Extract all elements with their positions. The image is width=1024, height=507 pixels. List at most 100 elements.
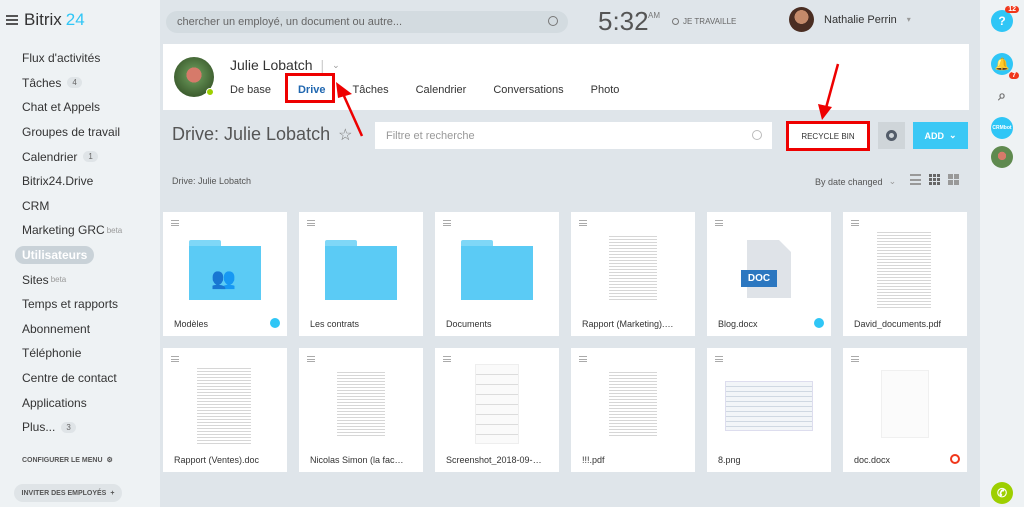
file-card[interactable]: Nicolas Simon (la facture...: [299, 348, 423, 472]
file-card[interactable]: DOC Blog.docx: [707, 212, 831, 336]
sidebar-item[interactable]: Abonnement: [14, 317, 154, 342]
bell-icon[interactable]: 🔔 7: [991, 53, 1019, 79]
user-menu[interactable]: Nathalie Perrin ▾: [789, 7, 911, 32]
drag-handle-icon[interactable]: [307, 220, 315, 226]
file-card[interactable]: David_documents.pdf: [843, 212, 967, 336]
invite-employees-button[interactable]: INVITER DES EMPLOYÉS +: [14, 484, 122, 502]
global-search-placeholder: chercher un employé, un document ou autr…: [177, 16, 403, 28]
global-search-input[interactable]: chercher un employé, un document ou autr…: [166, 11, 568, 33]
logo[interactable]: Bitrix 24: [6, 10, 85, 30]
add-button[interactable]: ADD ⌄: [913, 122, 968, 149]
contact-avatar[interactable]: [991, 146, 1013, 168]
recycle-bin-button[interactable]: RECYCLE BIN: [789, 124, 867, 148]
list-view-icon[interactable]: [910, 174, 921, 185]
sidebar-item[interactable]: Tâches 4: [14, 71, 154, 96]
configure-menu-button[interactable]: CONFIGURER LE MENU ⚙: [22, 456, 113, 465]
tab-0[interactable]: De base: [230, 80, 271, 100]
notification-badge: 7: [1009, 72, 1019, 79]
file-name[interactable]: Modèles: [174, 319, 270, 329]
large-tiles-view-icon[interactable]: [948, 174, 959, 185]
sidebar-item[interactable]: Marketing GRC beta: [14, 218, 154, 243]
drive-title: Drive: Julie Lobatch: [172, 124, 331, 144]
drag-handle-icon[interactable]: [715, 356, 723, 362]
drag-handle-icon[interactable]: [171, 220, 179, 226]
tab-2[interactable]: Tâches: [353, 80, 389, 100]
settings-button[interactable]: [878, 122, 905, 149]
add-label: ADD: [924, 130, 944, 141]
folder-icon: [325, 240, 397, 300]
file-thumbnail: [609, 370, 657, 438]
sidebar-item[interactable]: Plus... 3: [14, 415, 154, 440]
search-icon[interactable]: ⌕: [991, 84, 1013, 106]
file-name[interactable]: Blog.docx: [718, 319, 814, 329]
star-icon[interactable]: ☆: [338, 125, 352, 145]
drag-handle-icon[interactable]: [579, 356, 587, 362]
sidebar-item[interactable]: Sites beta: [14, 267, 154, 292]
drag-handle-icon[interactable]: [851, 220, 859, 226]
record-icon: [672, 18, 679, 25]
sidebar-item[interactable]: Flux d'activités: [14, 46, 154, 71]
sidebar-item[interactable]: CRM: [14, 194, 154, 219]
file-name[interactable]: Nicolas Simon (la facture...: [310, 455, 406, 465]
drag-handle-icon[interactable]: [171, 356, 179, 362]
sidebar-item[interactable]: Groupes de travail: [14, 120, 154, 145]
file-card[interactable]: Rapport (Marketing).doc: [571, 212, 695, 336]
sidebar-item[interactable]: Chat et Appels: [14, 95, 154, 120]
logo-text: Bitrix: [24, 10, 62, 29]
drag-handle-icon[interactable]: [851, 356, 859, 362]
sidebar-item[interactable]: Utilisateurs: [14, 243, 154, 268]
shared-icon: [814, 318, 824, 328]
online-status-icon: [206, 88, 214, 96]
file-name[interactable]: Rapport (Marketing).doc: [582, 319, 678, 329]
phone-icon[interactable]: ✆: [991, 482, 1013, 504]
crm-bot-icon[interactable]: CRMbot: [991, 117, 1013, 139]
file-card[interactable]: doc.docx: [843, 348, 967, 472]
file-card[interactable]: Documents: [435, 212, 559, 336]
tab-3[interactable]: Calendrier: [416, 80, 467, 100]
clock: 5:32: [598, 6, 649, 36]
profile-header: Julie Lobatch | ⌄ De base Drive Tâches Cale…: [163, 44, 969, 110]
sidebar-item[interactable]: Calendrier 1: [14, 144, 154, 169]
drag-handle-icon[interactable]: [715, 220, 723, 226]
tab-4[interactable]: Conversations: [493, 80, 563, 100]
search-icon[interactable]: [752, 130, 762, 140]
filter-search-input[interactable]: Filtre et recherche: [375, 122, 772, 149]
file-card[interactable]: Rapport (Ventes).doc: [163, 348, 287, 472]
crm-bot-label: CRMbot: [992, 125, 1012, 131]
help-icon[interactable]: ? 12: [991, 6, 1019, 32]
work-status-button[interactable]: JE TRAVAILLE: [672, 17, 736, 26]
file-name[interactable]: doc.docx: [854, 455, 950, 465]
file-thumbnail: [337, 370, 385, 438]
tab-5[interactable]: Photo: [591, 80, 620, 100]
sidebar-item[interactable]: Temps et rapports: [14, 292, 154, 317]
sidebar-item[interactable]: Téléphonie: [14, 341, 154, 366]
search-icon[interactable]: [548, 16, 558, 26]
file-name[interactable]: Documents: [446, 319, 542, 329]
logo-number: 24: [65, 10, 85, 29]
file-card[interactable]: 8.png: [707, 348, 831, 472]
sidebar-item[interactable]: Applications: [14, 390, 154, 415]
file-card[interactable]: !!!.pdf: [571, 348, 695, 472]
file-name[interactable]: Screenshot_2018-09-10-0...: [446, 455, 542, 465]
file-name[interactable]: Rapport (Ventes).doc: [174, 455, 270, 465]
menu-icon[interactable]: [6, 15, 18, 25]
file-name[interactable]: Les contrats: [310, 319, 406, 329]
grid-view-icon[interactable]: [929, 174, 940, 185]
file-name[interactable]: 8.png: [718, 455, 814, 465]
breadcrumb[interactable]: Drive: Julie Lobatch: [172, 176, 251, 186]
drag-handle-icon[interactable]: [579, 220, 587, 226]
file-name[interactable]: !!!.pdf: [582, 455, 678, 465]
drag-handle-icon[interactable]: [443, 356, 451, 362]
drag-handle-icon[interactable]: [307, 356, 315, 362]
chevron-down-icon[interactable]: ⌄: [332, 60, 340, 71]
file-name[interactable]: David_documents.pdf: [854, 319, 950, 329]
sidebar-item[interactable]: Bitrix24.Drive: [14, 169, 154, 194]
file-card[interactable]: 👥 Modèles: [163, 212, 287, 336]
sidebar-item[interactable]: Centre de contact: [14, 366, 154, 391]
drag-handle-icon[interactable]: [443, 220, 451, 226]
user-avatar: [789, 7, 814, 32]
file-card[interactable]: Les contrats: [299, 212, 423, 336]
file-card[interactable]: Screenshot_2018-09-10-0...: [435, 348, 559, 472]
sort-dropdown[interactable]: By date changed ⌄: [815, 176, 896, 187]
folder-icon: [461, 240, 533, 300]
